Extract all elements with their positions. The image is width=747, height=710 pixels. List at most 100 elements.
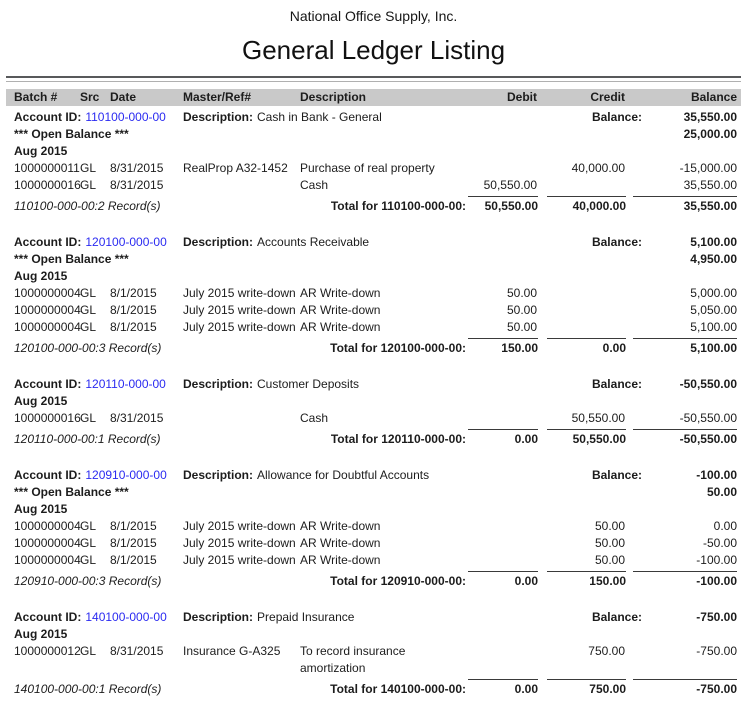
balance-label: Balance: — [592, 467, 642, 484]
cell-credit — [537, 302, 625, 319]
cell-batch: 1000000004 — [14, 319, 80, 336]
account-section: Account ID:120110-000-00 Description: Cus… — [0, 376, 747, 448]
cell-description: AR Write-down — [300, 518, 448, 535]
total-label: Total for 120110-000-00: — [331, 431, 466, 448]
cell-master: July 2015 write-down — [183, 319, 300, 336]
col-header-src: Src — [80, 89, 110, 106]
total-label: Total for 120100-000-00: — [330, 340, 466, 357]
cell-master — [183, 410, 300, 427]
col-header-batch: Batch # — [14, 89, 80, 106]
record-count-note: 120110-000-00:1 Record(s) — [14, 431, 161, 448]
account-description: Allowance for Doubtful Accounts — [257, 468, 429, 482]
total-debit: 0.00 — [515, 431, 538, 448]
period-row: Aug 2015 — [6, 501, 741, 518]
period-label: Aug 2015 — [14, 393, 67, 410]
table-row: 1000000004 GL 8/1/2015 July 2015 write-d… — [6, 552, 741, 569]
total-row: 120100-000-00:3 Record(s) Total for 1201… — [6, 336, 741, 357]
cell-debit — [448, 535, 537, 552]
table-row: 1000000012 GL 8/31/2015 Insurance G-A325… — [6, 643, 741, 677]
account-balance-value: 5,100.00 — [690, 234, 737, 251]
balance-label: Balance: — [592, 609, 642, 626]
cell-src: GL — [80, 285, 110, 302]
cell-src: GL — [80, 552, 110, 569]
account-id-link[interactable]: 140100-000-00 — [85, 610, 166, 624]
cell-src: GL — [80, 302, 110, 319]
cell-debit: 50.00 — [448, 285, 537, 302]
record-count-note: 120910-000-00:3 Record(s) — [14, 573, 161, 590]
account-description-group: Description:Prepaid Insurance — [183, 609, 354, 626]
total-debit: 150.00 — [501, 340, 538, 357]
record-count-note: 110100-000-00:2 Record(s) — [14, 198, 161, 215]
table-row: 1000000016 GL 8/31/2015 Cash 50,550.00 3… — [6, 177, 741, 194]
period-row: Aug 2015 — [6, 143, 741, 160]
record-count-note: 120100-000-00:3 Record(s) — [14, 340, 161, 357]
debit-total-rule — [468, 196, 538, 197]
cell-debit — [448, 518, 537, 535]
credit-total-rule — [547, 429, 626, 430]
cell-batch: 1000000016 — [14, 177, 80, 194]
description-label: Description: — [183, 235, 253, 249]
period-label: Aug 2015 — [14, 143, 67, 160]
table-row: 1000000004 GL 8/1/2015 July 2015 write-d… — [6, 302, 741, 319]
balance-total-rule — [633, 338, 737, 339]
account-id-link[interactable]: 120110-000-00 — [85, 377, 166, 391]
table-row: 1000000004 GL 8/1/2015 July 2015 write-d… — [6, 535, 741, 552]
cell-src: GL — [80, 160, 110, 177]
cell-description: AR Write-down — [300, 552, 448, 569]
total-credit: 50,550.00 — [573, 431, 626, 448]
cell-date: 8/1/2015 — [110, 535, 183, 552]
cell-balance: 5,000.00 — [625, 285, 741, 302]
open-balance-label: *** Open Balance *** — [14, 484, 129, 501]
cell-date: 8/1/2015 — [110, 302, 183, 319]
total-debit: 0.00 — [515, 573, 538, 590]
debit-total-rule — [468, 679, 538, 680]
credit-total-rule — [547, 196, 626, 197]
account-id-label: Account ID: — [14, 235, 81, 249]
account-description: Customer Deposits — [257, 377, 359, 391]
account-id-link[interactable]: 110100-000-00 — [85, 110, 166, 124]
cell-src: GL — [80, 410, 110, 427]
total-credit: 40,000.00 — [573, 198, 626, 215]
company-name: National Office Supply, Inc. — [0, 8, 747, 25]
col-header-date: Date — [110, 89, 183, 106]
total-row: 120110-000-00:1 Record(s) Total for 1201… — [6, 427, 741, 448]
cell-master: July 2015 write-down — [183, 302, 300, 319]
open-balance-value: 25,000.00 — [684, 126, 737, 143]
account-description: Accounts Receivable — [257, 235, 369, 249]
balance-label: Balance: — [592, 234, 642, 251]
cell-description: AR Write-down — [300, 535, 448, 552]
description-label: Description: — [183, 377, 253, 391]
cell-src: GL — [80, 177, 110, 194]
account-section: Account ID:110100-000-00 Description:Cas… — [0, 109, 747, 215]
account-id-link[interactable]: 120910-000-00 — [85, 468, 166, 482]
period-label: Aug 2015 — [14, 626, 67, 643]
debit-total-rule — [468, 429, 538, 430]
cell-master: July 2015 write-down — [183, 518, 300, 535]
total-balance: -50,550.00 — [680, 431, 737, 448]
cell-credit: 50.00 — [537, 552, 625, 569]
open-balance-row: *** Open Balance *** 25,000.00 — [6, 126, 741, 143]
account-id-group: Account ID:120110-000-00 — [14, 376, 166, 393]
account-id-label: Account ID: — [14, 610, 81, 624]
cell-credit: 50,550.00 — [537, 410, 625, 427]
cell-date: 8/31/2015 — [110, 177, 183, 194]
cell-master: Insurance G-A325 — [183, 643, 300, 677]
total-credit: 150.00 — [589, 573, 626, 590]
cell-balance: 5,100.00 — [625, 319, 741, 336]
total-balance: -750.00 — [696, 681, 737, 698]
total-row: 110100-000-00:2 Record(s) Total for 1101… — [6, 194, 741, 215]
cell-master: July 2015 write-down — [183, 285, 300, 302]
cell-balance: 5,050.00 — [625, 302, 741, 319]
cell-balance: -100.00 — [625, 552, 741, 569]
account-id-link[interactable]: 120100-000-00 — [85, 235, 166, 249]
period-label: Aug 2015 — [14, 268, 67, 285]
total-credit: 750.00 — [589, 681, 626, 698]
balance-total-rule — [633, 571, 737, 572]
balance-total-rule — [633, 429, 737, 430]
period-row: Aug 2015 — [6, 268, 741, 285]
cell-batch: 1000000004 — [14, 552, 80, 569]
report-page: National Office Supply, Inc. General Led… — [0, 0, 747, 710]
total-balance: 35,550.00 — [684, 198, 737, 215]
cell-description: AR Write-down — [300, 285, 448, 302]
account-id-label: Account ID: — [14, 468, 81, 482]
